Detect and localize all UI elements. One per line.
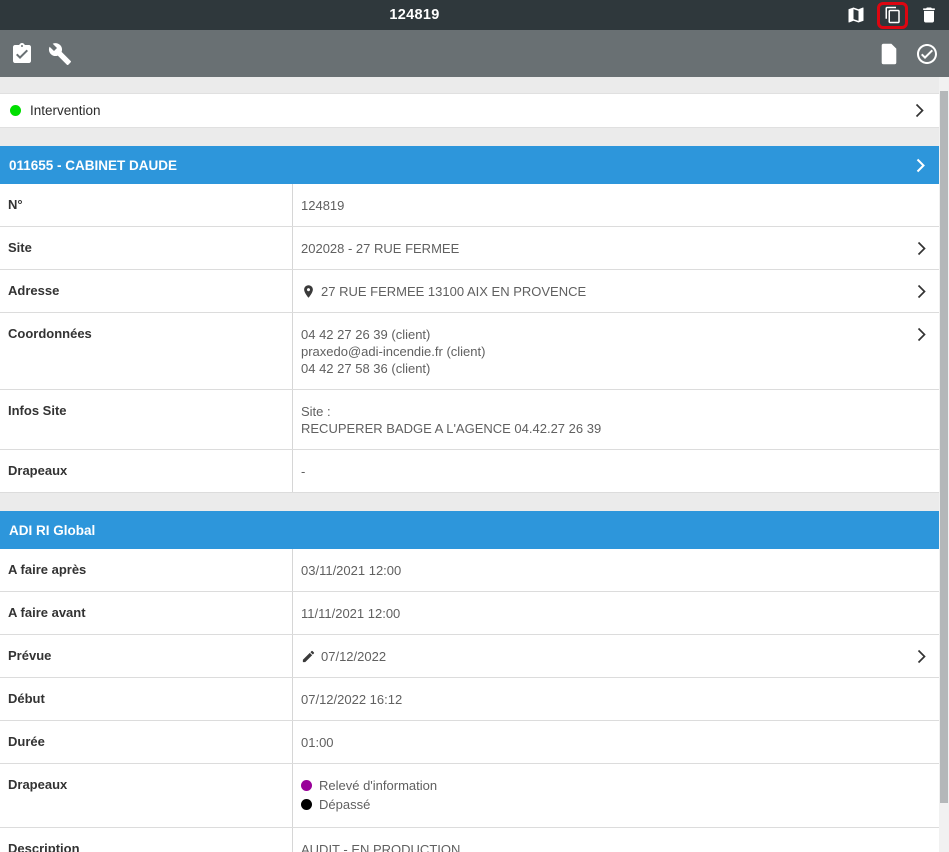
title-bar-actions	[844, 0, 941, 30]
section-header-adi-ri-global: ADI RI Global	[0, 511, 939, 549]
purple-flag-dot-icon	[301, 780, 312, 791]
info-line: RECUPERER BADGE A L'AGENCE 04.42.27 26 3…	[301, 420, 913, 437]
flag-item: Dépassé	[301, 796, 913, 813]
toolbar-right-group	[877, 42, 939, 66]
table-row-a-faire-apres: A faire après 03/11/2021 12:00	[0, 549, 939, 592]
chevron-right-icon	[917, 327, 926, 342]
clipboard-check-icon[interactable]	[10, 42, 34, 66]
row-label: Début	[0, 678, 293, 720]
chevron-right-icon	[916, 158, 925, 173]
row-label: Adresse	[0, 270, 293, 312]
table-row-drapeaux: Drapeaux -	[0, 450, 939, 493]
table-row-duree: Durée 01:00	[0, 721, 939, 764]
row-value: 03/11/2021 12:00	[293, 549, 939, 591]
info-line: Site :	[301, 403, 913, 420]
row-value: 07/12/2022 16:12	[293, 678, 939, 720]
flag-label: Dépassé	[319, 796, 370, 813]
row-value: 07/12/2022	[321, 648, 386, 665]
section-header-label: ADI RI Global	[9, 523, 95, 538]
section-header-label: 011655 - CABINET DAUDE	[9, 158, 177, 173]
table-row-site[interactable]: Site 202028 - 27 RUE FERMEE	[0, 227, 939, 270]
intervention-label: Intervention	[30, 103, 915, 118]
toolbar-left-group	[10, 42, 72, 66]
table-row-a-faire-avant: A faire avant 11/11/2021 12:00	[0, 592, 939, 635]
table-row-debut: Début 07/12/2022 16:12	[0, 678, 939, 721]
section-header-client[interactable]: 011655 - CABINET DAUDE	[0, 146, 939, 184]
email-line: praxedo@adi-incendie.fr (client)	[301, 343, 913, 360]
row-label: Drapeaux	[0, 450, 293, 492]
table-row-description: Description AUDIT - EN PRODUCTION	[0, 828, 939, 852]
row-value: -	[293, 450, 939, 492]
row-label: Drapeaux	[0, 764, 293, 827]
row-label: A faire après	[0, 549, 293, 591]
location-pin-icon	[301, 284, 316, 299]
scrollbar-track[interactable]	[939, 77, 949, 852]
row-label: Infos Site	[0, 390, 293, 449]
phone-line: 04 42 27 58 36 (client)	[301, 360, 913, 377]
row-label: Prévue	[0, 635, 293, 677]
table-row-coordonnees[interactable]: Coordonnées 04 42 27 26 39 (client) prax…	[0, 313, 939, 390]
table-row-drapeaux-flags: Drapeaux Relevé d'information Dépassé	[0, 764, 939, 828]
row-label: Site	[0, 227, 293, 269]
title-bar: 124819	[0, 0, 949, 30]
check-circle-icon[interactable]	[915, 42, 939, 66]
scrollbar-thumb[interactable]	[940, 91, 948, 803]
trash-icon[interactable]	[917, 3, 941, 27]
chevron-right-icon	[915, 103, 924, 118]
action-toolbar	[0, 30, 949, 77]
row-value: 27 RUE FERMEE 13100 AIX EN PROVENCE	[321, 283, 586, 300]
black-flag-dot-icon	[301, 799, 312, 810]
spacer	[0, 493, 939, 511]
row-label: Description	[0, 828, 293, 852]
table-row-prevue[interactable]: Prévue 07/12/2022	[0, 635, 939, 678]
table-row-numero: N° 124819	[0, 184, 939, 227]
row-label: Durée	[0, 721, 293, 763]
row-label: Coordonnées	[0, 313, 293, 389]
row-value: 11/11/2021 12:00	[293, 592, 939, 634]
map-icon[interactable]	[844, 3, 868, 27]
row-value: AUDIT - EN PRODUCTION	[293, 828, 939, 852]
spacer	[0, 128, 939, 146]
table-row-adresse[interactable]: Adresse 27 RUE FERMEE 13100 AIX EN PROVE…	[0, 270, 939, 313]
pencil-icon	[301, 649, 316, 664]
wrench-icon[interactable]	[48, 42, 72, 66]
green-status-dot-icon	[10, 105, 21, 116]
detail-scroll-area: Intervention 011655 - CABINET DAUDE N° 1…	[0, 77, 949, 852]
pdf-export-icon[interactable]	[877, 42, 901, 66]
row-label: N°	[0, 184, 293, 226]
chevron-right-icon	[917, 284, 926, 299]
flag-item: Relevé d'information	[301, 777, 913, 794]
phone-line: 04 42 27 26 39 (client)	[301, 326, 913, 343]
row-value: 124819	[293, 184, 939, 226]
flag-label: Relevé d'information	[319, 777, 437, 794]
chevron-right-icon	[917, 241, 926, 256]
copy-icon[interactable]	[877, 2, 908, 29]
page-title: 124819	[0, 7, 829, 23]
table-row-infos-site: Infos Site Site : RECUPERER BADGE A L'AG…	[0, 390, 939, 450]
chevron-right-icon	[917, 649, 926, 664]
intervention-row[interactable]: Intervention	[0, 93, 939, 128]
row-value: 202028 - 27 RUE FERMEE	[293, 227, 939, 269]
row-label: A faire avant	[0, 592, 293, 634]
spacer	[0, 77, 939, 93]
row-value: 01:00	[293, 721, 939, 763]
